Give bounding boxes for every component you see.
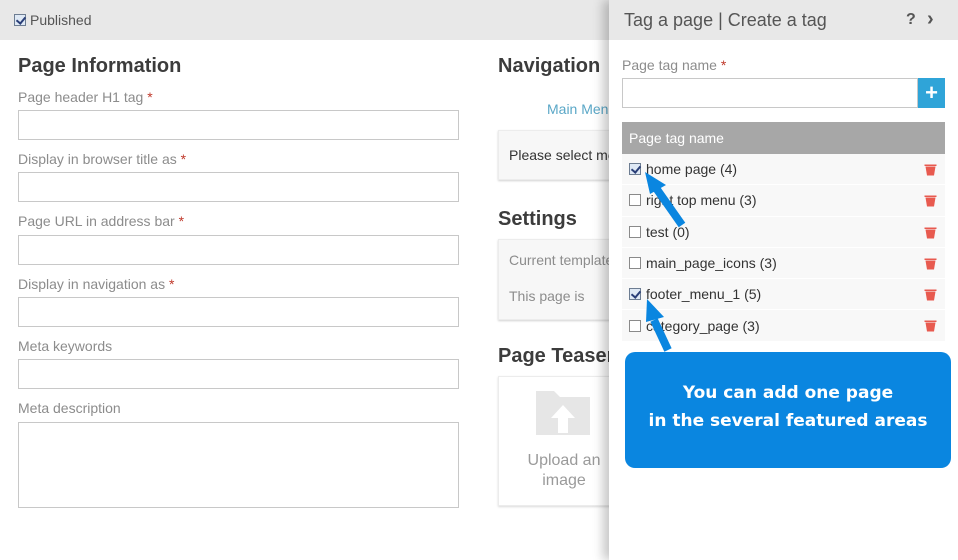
tooltip-line2: in the several featured areas [648, 411, 928, 431]
tag-name-input[interactable] [622, 78, 918, 108]
label-text: Display in browser title as [18, 151, 177, 167]
tag-page-panel: Tag a page | Create a tag ? › Page tag n… [609, 0, 958, 560]
tag-row: test (0) [622, 216, 945, 248]
label-text: Page tag name [622, 57, 717, 73]
tag-row: home page (4) [622, 154, 945, 186]
page-information-title: Page Information [18, 55, 182, 77]
tag-name: home page (4) [646, 161, 738, 178]
required-marker: * [147, 89, 153, 105]
tag-name: test (0) [646, 223, 690, 240]
tag-table-header: Page tag name [622, 122, 945, 154]
tag-row: category_page (3) [622, 310, 945, 342]
tooltip-line1: You can add one page [682, 383, 894, 403]
upload-folder-icon [536, 391, 590, 435]
tag-name: right top menu (3) [646, 192, 757, 209]
trash-icon[interactable] [924, 194, 937, 207]
trash-icon[interactable] [924, 226, 937, 239]
add-tag-button[interactable]: + [918, 78, 945, 108]
page-url-input[interactable] [18, 235, 459, 265]
tag-checkbox[interactable] [629, 319, 641, 332]
chevron-right-icon[interactable]: › [927, 8, 934, 31]
required-marker: * [178, 213, 185, 229]
page-status-label: This page is [509, 288, 585, 304]
field-label-meta-keywords: Meta keywords [18, 338, 112, 354]
tag-checkbox[interactable] [629, 194, 641, 207]
tag-checkbox[interactable] [629, 288, 641, 301]
settings-title: Settings [498, 208, 577, 230]
published-checkbox-box[interactable] [14, 14, 26, 26]
required-marker: * [168, 276, 175, 292]
required-marker: * [180, 151, 187, 167]
label-text: Page URL in address bar [18, 213, 175, 229]
tag-name: main_page_icons (3) [646, 255, 777, 272]
trash-icon[interactable] [924, 288, 937, 301]
page-teaser-title: Page Teaser [498, 345, 615, 367]
tag-row: footer_menu_1 (5) [622, 279, 945, 311]
browser-title-input[interactable] [18, 172, 459, 202]
navigation-title: Navigation [498, 55, 601, 77]
label-text: Page header H1 tag [18, 89, 144, 105]
field-label-page-url: Page URL in address bar * [18, 213, 184, 229]
meta-description-textarea[interactable] [18, 422, 459, 508]
published-label: Published [30, 12, 92, 28]
field-label-browser-title: Display in browser title as * [18, 151, 186, 167]
tag-checkbox[interactable] [629, 225, 641, 238]
required-marker: * [720, 57, 727, 73]
navigation-name-input[interactable] [18, 297, 459, 327]
panel-title: Tag a page | Create a tag [624, 10, 827, 30]
hint-tooltip: You can add one page in the several feat… [625, 352, 951, 468]
tag-checkbox[interactable] [629, 163, 641, 176]
trash-icon[interactable] [924, 319, 937, 332]
field-label-meta-description: Meta description [18, 400, 121, 416]
label-text: Meta description [18, 400, 121, 416]
label-text: Meta keywords [18, 338, 113, 354]
tag-checkbox[interactable] [629, 257, 641, 270]
published-checkbox[interactable]: Published [14, 12, 92, 28]
trash-icon[interactable] [924, 257, 937, 270]
trash-icon[interactable] [924, 163, 937, 176]
meta-keywords-input[interactable] [18, 359, 459, 389]
field-label-h1: Page header H1 tag * [18, 89, 153, 105]
tag-row: main_page_icons (3) [622, 247, 945, 280]
tag-name: category_page (3) [646, 317, 760, 334]
right-column: Navigation Main Menu Please select menu … [498, 40, 698, 560]
current-template-label: Current template [509, 252, 614, 268]
tag-name: footer_menu_1 (5) [646, 286, 762, 303]
tag-name-label: Page tag name * [622, 57, 726, 73]
field-label-navigation: Display in navigation as * [18, 276, 174, 292]
main-menu-link[interactable]: Main Menu [547, 101, 616, 117]
help-icon[interactable]: ? [906, 11, 916, 29]
tag-row: right top menu (3) [622, 185, 945, 217]
tag-list: home page (4) right top menu (3) test (0) m… [622, 154, 945, 342]
label-text: Display in navigation as [18, 276, 166, 292]
h1-tag-input[interactable] [18, 110, 459, 140]
panel-header: Tag a page | Create a tag ? › [609, 0, 958, 40]
